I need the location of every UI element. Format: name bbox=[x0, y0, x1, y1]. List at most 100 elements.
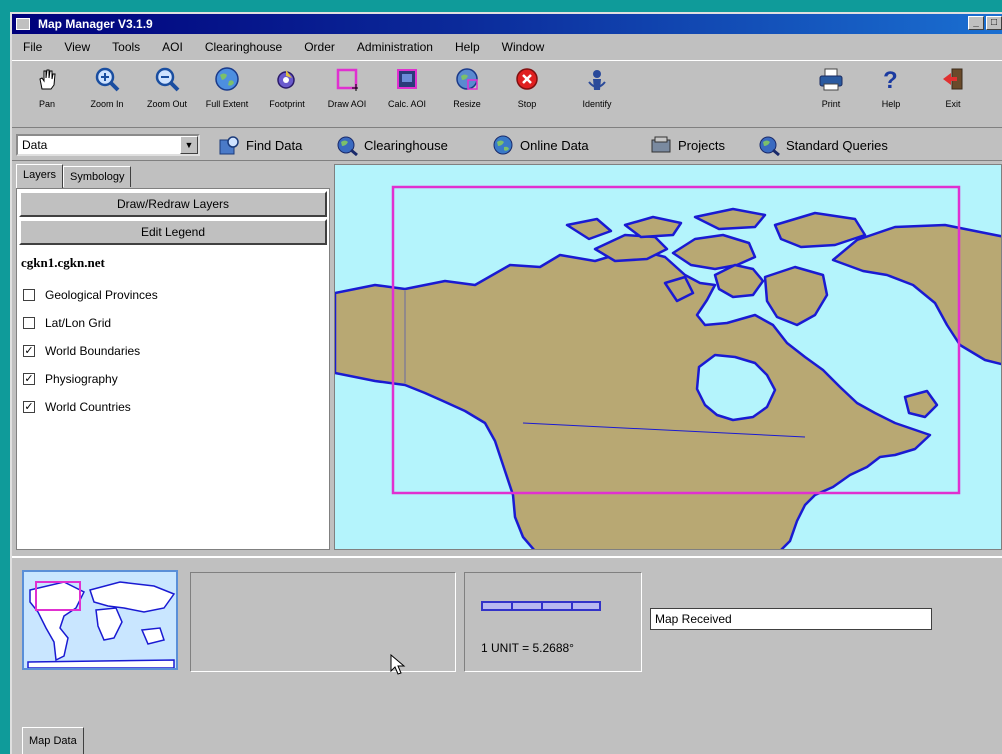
exit-label: Exit bbox=[945, 99, 961, 109]
layer-label: World Boundaries bbox=[45, 344, 141, 358]
minimize-button[interactable]: _ bbox=[968, 16, 984, 30]
online-data-link[interactable]: Online Data bbox=[492, 134, 589, 156]
identify-icon bbox=[583, 65, 611, 93]
online-data-icon bbox=[493, 135, 513, 155]
map-canvas[interactable] bbox=[335, 165, 1002, 550]
menu-view[interactable]: View bbox=[53, 40, 101, 54]
greenland-landmass bbox=[831, 223, 1001, 366]
newfoundland-landmass bbox=[903, 389, 939, 419]
help-icon: ? bbox=[877, 65, 905, 93]
stop-button[interactable]: Stop bbox=[496, 65, 558, 109]
online-data-label: Online Data bbox=[520, 137, 589, 153]
exit-icon bbox=[939, 65, 967, 93]
zoom-in-label: Zoom In bbox=[90, 99, 124, 109]
maximize-button[interactable]: □ bbox=[986, 16, 1002, 30]
footprint-button[interactable]: Footprint bbox=[256, 65, 318, 109]
overview-africa bbox=[95, 607, 123, 641]
resize-icon bbox=[453, 65, 481, 93]
overview-eurasia bbox=[89, 581, 176, 613]
layers-list: Draw/Redraw Layers Edit Legend cgkn1.cgk… bbox=[16, 188, 330, 550]
main-toolbar: Pan Zoom In Zoom Out Full Extent Footpri… bbox=[12, 60, 1002, 128]
identify-label: Identify bbox=[582, 99, 612, 109]
layer-lat-lon-grid[interactable]: Lat/Lon Grid bbox=[17, 309, 329, 337]
layers-panel: Layers Symbology Draw/Redraw Layers Edit… bbox=[16, 164, 330, 550]
layer-checkbox[interactable] bbox=[23, 289, 35, 301]
print-icon bbox=[817, 65, 845, 93]
tab-map-data[interactable]: Map Data bbox=[22, 727, 84, 754]
stop-label: Stop bbox=[517, 99, 537, 109]
footprint-icon bbox=[273, 65, 301, 93]
identify-button[interactable]: Identify bbox=[566, 65, 628, 109]
overview-canvas bbox=[27, 581, 176, 668]
full-extent-button[interactable]: Full Extent bbox=[196, 65, 258, 109]
layer-checkbox[interactable]: ✓ bbox=[23, 401, 35, 413]
svg-text:?: ? bbox=[883, 67, 898, 92]
arctic-island-6 bbox=[623, 215, 683, 239]
exit-button[interactable]: Exit bbox=[922, 65, 984, 109]
stop-icon bbox=[513, 65, 541, 93]
find-data-link[interactable]: Find Data bbox=[218, 134, 302, 156]
status-area: 1 UNIT = 5.2688° Map Received Map Data bbox=[12, 556, 1002, 754]
menu-order[interactable]: Order bbox=[293, 40, 346, 54]
standard-queries-icon bbox=[759, 136, 780, 156]
menu-clearinghouse[interactable]: Clearinghouse bbox=[194, 40, 293, 54]
pan-label: Pan bbox=[38, 99, 55, 109]
draw-redraw-layers-button[interactable]: Draw/Redraw Layers bbox=[19, 191, 327, 217]
layer-label: World Countries bbox=[45, 400, 131, 414]
layer-geological-provinces[interactable]: Geological Provinces bbox=[17, 281, 329, 309]
layer-label: Lat/Lon Grid bbox=[45, 316, 112, 330]
overview-map[interactable] bbox=[22, 570, 178, 670]
app-icon[interactable] bbox=[16, 18, 30, 30]
layer-physiography[interactable]: ✓ Physiography bbox=[17, 365, 329, 393]
full-extent-label: Full Extent bbox=[205, 99, 249, 109]
zoom-in-button[interactable]: Zoom In bbox=[76, 65, 138, 109]
calc-aoi-label: Calc. AOI bbox=[387, 99, 426, 109]
zoom-in-icon bbox=[93, 65, 121, 93]
draw-aoi-button[interactable]: Draw AOI bbox=[316, 65, 378, 109]
edit-legend-button[interactable]: Edit Legend bbox=[19, 219, 327, 245]
tab-layers[interactable]: Layers bbox=[16, 164, 64, 189]
overview-australia bbox=[140, 627, 165, 645]
projects-icon bbox=[651, 136, 671, 153]
blank-panel bbox=[190, 572, 456, 672]
standard-queries-link[interactable]: Standard Queries bbox=[758, 134, 888, 156]
nav-bar: Data ▼ Find Data Clearinghouse Online Da… bbox=[12, 130, 1002, 161]
data-combo[interactable]: Data ▼ bbox=[16, 134, 200, 156]
layer-checkbox[interactable]: ✓ bbox=[23, 373, 35, 385]
land-masses bbox=[335, 207, 1001, 549]
resize-button[interactable]: Resize bbox=[436, 65, 498, 109]
layer-label: Physiography bbox=[45, 372, 118, 386]
tab-symbology[interactable]: Symbology bbox=[63, 166, 132, 187]
pan-button[interactable]: Pan bbox=[16, 65, 78, 109]
standard-queries-label: Standard Queries bbox=[786, 137, 888, 153]
layer-checkbox[interactable]: ✓ bbox=[23, 345, 35, 357]
find-data-icon bbox=[219, 136, 239, 155]
menu-help[interactable]: Help bbox=[444, 40, 491, 54]
menu-administration[interactable]: Administration bbox=[346, 40, 444, 54]
menu-aoi[interactable]: AOI bbox=[151, 40, 194, 54]
print-button[interactable]: Print bbox=[800, 65, 862, 109]
arctic-island-9 bbox=[565, 217, 613, 241]
menu-bar: File View Tools AOI Clearinghouse Order … bbox=[12, 36, 1002, 58]
title-bar[interactable]: Map Manager V3.1.9 _ □ bbox=[12, 14, 1002, 34]
map-view[interactable] bbox=[334, 164, 1002, 550]
scale-panel: 1 UNIT = 5.2688° bbox=[464, 572, 642, 672]
zoom-out-button[interactable]: Zoom Out bbox=[136, 65, 198, 109]
projects-link[interactable]: Projects bbox=[650, 134, 725, 156]
layer-checkbox[interactable] bbox=[23, 317, 35, 329]
resize-label: Resize bbox=[453, 99, 481, 109]
clearinghouse-link[interactable]: Clearinghouse bbox=[336, 134, 448, 156]
menu-tools[interactable]: Tools bbox=[101, 40, 151, 54]
layer-world-countries[interactable]: ✓ World Countries bbox=[17, 393, 329, 421]
calc-aoi-button[interactable]: Calc. AOI bbox=[376, 65, 438, 109]
layer-world-boundaries[interactable]: ✓ World Boundaries bbox=[17, 337, 329, 365]
clearinghouse-icon bbox=[337, 136, 358, 156]
menu-window[interactable]: Window bbox=[491, 40, 556, 54]
help-button[interactable]: ? Help bbox=[860, 65, 922, 109]
chevron-down-icon[interactable]: ▼ bbox=[180, 136, 198, 154]
footprint-label: Footprint bbox=[269, 99, 305, 109]
hand-icon bbox=[33, 65, 61, 93]
globe-icon bbox=[213, 65, 241, 93]
scale-text: 1 UNIT = 5.2688° bbox=[481, 641, 574, 655]
menu-file[interactable]: File bbox=[12, 40, 53, 54]
